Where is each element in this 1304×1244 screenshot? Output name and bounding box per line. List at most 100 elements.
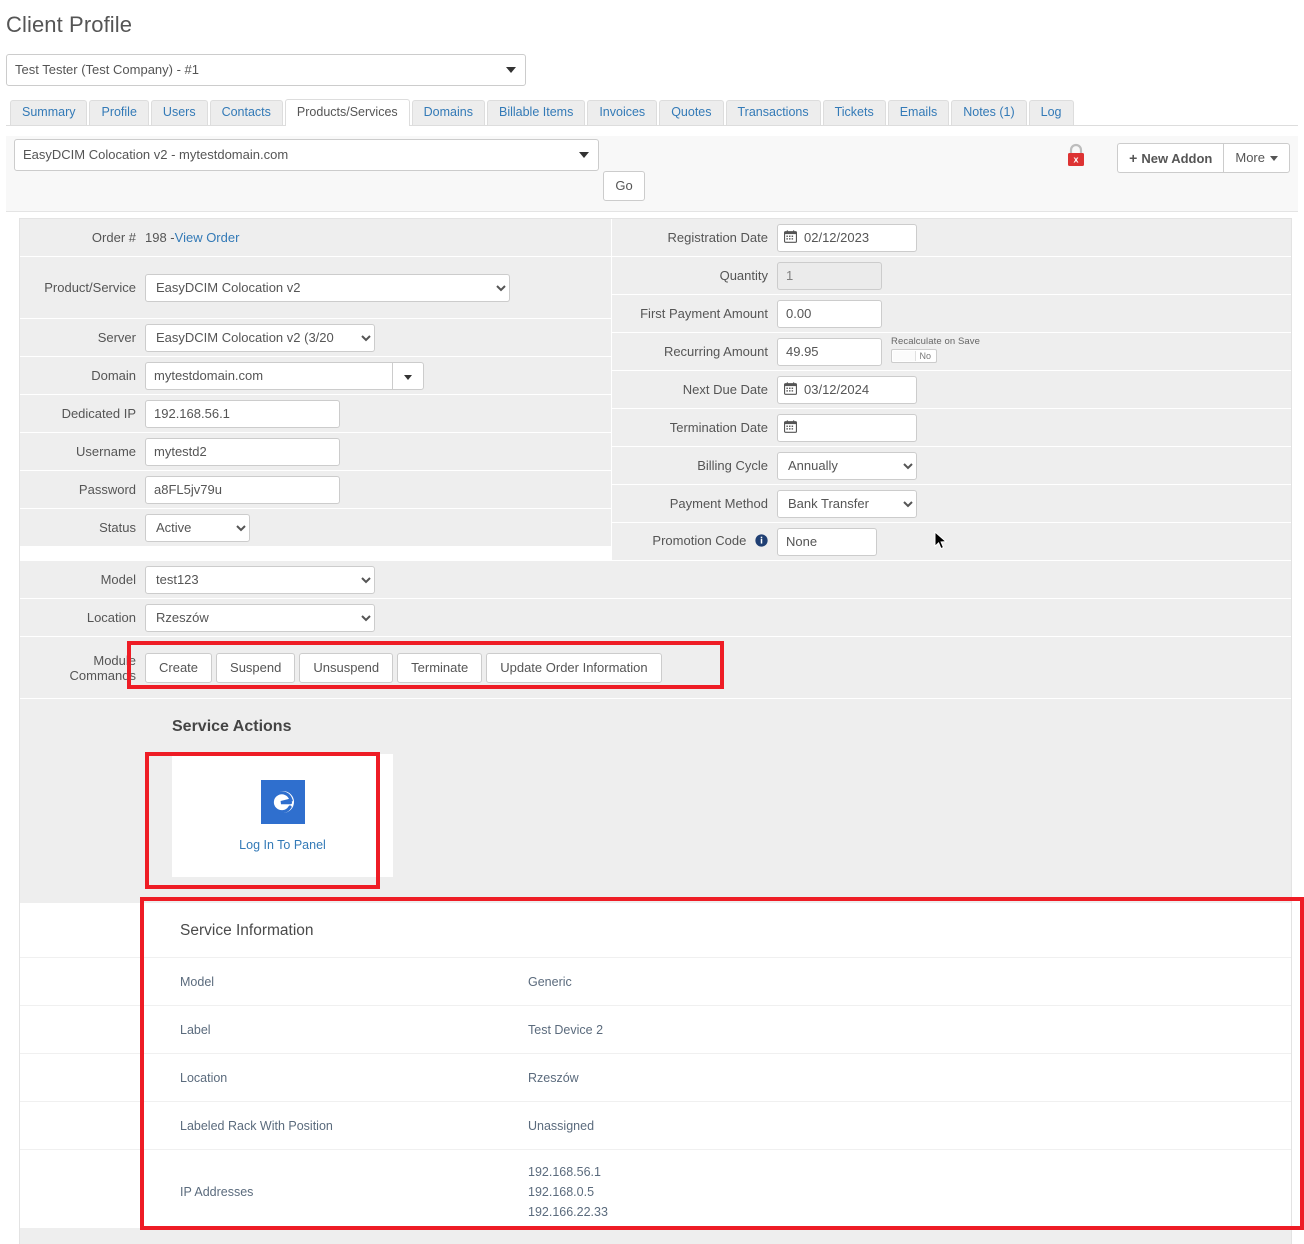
location-select[interactable]: Rzeszów — [145, 603, 375, 632]
payment-method-select[interactable]: Bank Transfer — [777, 489, 917, 518]
go-button[interactable]: Go — [603, 171, 645, 201]
si-key-labeled-rack: Labeled Rack With Position — [180, 1118, 333, 1133]
service-form-left: Order # 198 - View Order Product/Service… — [20, 219, 611, 561]
tab-profile[interactable]: Profile — [89, 100, 149, 125]
tab-tickets[interactable]: Tickets — [822, 100, 886, 125]
row-order: Order # 198 - View Order — [20, 219, 611, 257]
create-button[interactable]: Create — [145, 652, 213, 683]
username-input[interactable] — [145, 437, 340, 466]
ip-address-line: 192.168.56.1 — [528, 1164, 601, 1179]
password-label: Password — [78, 482, 136, 497]
termination-date-field[interactable] — [777, 413, 917, 442]
model-label: Model — [100, 572, 136, 587]
table-row: Labeled Rack With Position Unassigned — [20, 1102, 1291, 1150]
tab-summary[interactable]: Summary — [10, 100, 88, 125]
tab-quotes[interactable]: Quotes — [659, 100, 724, 125]
tab-users[interactable]: Users — [150, 100, 208, 125]
si-value-location: Rzeszów — [528, 1070, 579, 1085]
calendar-icon — [784, 229, 798, 246]
view-order-link[interactable]: View Order — [175, 230, 240, 245]
info-circle-icon[interactable] — [755, 534, 768, 550]
tab-contacts[interactable]: Contacts — [209, 100, 283, 125]
row-username: Username — [20, 433, 611, 471]
table-row: Location Rzeszów — [20, 1054, 1291, 1102]
status-select[interactable]: Active — [145, 513, 250, 542]
si-value-ip-addresses: 192.168.56.1 192.168.0.5 192.166.22.33 — [528, 1162, 608, 1222]
tab-invoices[interactable]: Invoices — [587, 100, 658, 125]
promotion-code-input[interactable]: None — [777, 527, 877, 556]
svg-text:x: x — [1073, 155, 1078, 165]
server-label: Server — [97, 330, 136, 345]
domain-label: Domain — [91, 368, 136, 383]
service-actions-section: Service Actions Log In To Panel — [20, 699, 1291, 903]
username-label: Username — [76, 444, 136, 459]
registration-date-field[interactable]: 02/12/2023 — [777, 223, 917, 252]
tab-emails[interactable]: Emails — [887, 100, 950, 125]
promotion-code-label-text: Promotion Code — [652, 533, 747, 548]
domain-input[interactable] — [145, 361, 392, 390]
module-commands-label: Module Commands — [20, 653, 145, 683]
service-details-panel: Order # 198 - View Order Product/Service… — [19, 218, 1292, 1228]
quantity-label: Quantity — [719, 268, 768, 283]
billing-cycle-select[interactable]: Annually — [777, 451, 917, 480]
tab-transactions[interactable]: Transactions — [725, 100, 821, 125]
billing-cycle-label: Billing Cycle — [697, 458, 768, 473]
row-status: Status Active — [20, 509, 611, 547]
caret-down-icon — [1270, 156, 1278, 162]
si-key-label: Label — [180, 1022, 211, 1037]
row-first-payment-amount: First Payment Amount — [612, 295, 1291, 333]
row-model: Model test123 — [20, 561, 1291, 599]
recalculate-on-save-toggle[interactable]: No — [891, 349, 937, 363]
product-service-select[interactable]: EasyDCIM Colocation v2 — [145, 273, 510, 302]
dedicated-ip-label: Dedicated IP — [61, 406, 136, 421]
dedicated-ip-input[interactable] — [145, 399, 340, 428]
log-in-to-panel-card[interactable]: Log In To Panel — [172, 754, 393, 877]
next-due-date-field[interactable]: 03/12/2024 — [777, 375, 917, 404]
client-selector[interactable]: Test Tester (Test Company) - #1 — [6, 54, 526, 86]
first-payment-amount-input[interactable] — [777, 299, 882, 328]
more-button[interactable]: More — [1223, 143, 1290, 173]
terminate-button[interactable]: Terminate — [397, 652, 483, 683]
password-input[interactable] — [145, 475, 340, 504]
row-termination-date: Termination Date — [612, 409, 1291, 447]
registration-date-value: 02/12/2023 — [804, 230, 870, 245]
ip-address-line: 192.166.22.33 — [528, 1204, 608, 1219]
row-domain: Domain — [20, 357, 611, 395]
next-due-date-label: Next Due Date — [682, 382, 768, 397]
row-dedicated-ip: Dedicated IP — [20, 395, 611, 433]
product-service-label: Product/Service — [44, 280, 136, 295]
service-information-section: Service Information Model Generic Label … — [20, 903, 1291, 1228]
si-value-model: Generic — [528, 974, 572, 989]
domain-dropdown-toggle[interactable] — [392, 361, 424, 390]
update-order-information-button[interactable]: Update Order Information — [486, 652, 662, 683]
client-selector-value[interactable]: Test Tester (Test Company) - #1 — [6, 54, 526, 86]
service-information-title: Service Information — [20, 903, 1291, 958]
table-row: Model Generic — [20, 958, 1291, 1006]
row-registration-date: Registration Date 02/12/2023 — [612, 219, 1291, 257]
row-recurring-amount: Recurring Amount Recalculate on Save No — [612, 333, 1291, 371]
model-select[interactable]: test123 — [145, 565, 375, 594]
new-addon-label: New Addon — [1141, 151, 1213, 166]
quantity-input — [777, 261, 882, 290]
row-next-due-date: Next Due Date 03/12/2024 — [612, 371, 1291, 409]
si-key-ip-addresses: IP Addresses — [180, 1184, 254, 1199]
tab-notes[interactable]: Notes (1) — [951, 100, 1027, 125]
module-commands-label-line1: Module — [93, 652, 136, 668]
tab-domains[interactable]: Domains — [411, 100, 485, 125]
new-addon-button[interactable]: + New Addon — [1117, 143, 1224, 173]
recurring-amount-label: Recurring Amount — [663, 344, 768, 359]
server-select[interactable]: EasyDCIM Colocation v2 (3/20 — [145, 323, 375, 352]
recurring-amount-input[interactable] — [777, 337, 882, 366]
status-label: Status — [99, 520, 136, 535]
location-label: Location — [86, 610, 136, 625]
service-selector[interactable]: EasyDCIM Colocation v2 - mytestdomain.co… — [14, 139, 599, 171]
tab-products-services[interactable]: Products/Services — [284, 99, 410, 126]
service-selector-value[interactable]: EasyDCIM Colocation v2 - mytestdomain.co… — [14, 139, 599, 171]
recalculate-on-save: Recalculate on Save No — [891, 336, 980, 363]
locked-red-icon[interactable]: x — [1065, 142, 1087, 168]
tab-billable-items[interactable]: Billable Items — [486, 100, 586, 125]
tab-log[interactable]: Log — [1028, 100, 1074, 125]
termination-date-label: Termination Date — [669, 420, 768, 435]
suspend-button[interactable]: Suspend — [216, 652, 296, 683]
unsuspend-button[interactable]: Unsuspend — [299, 652, 394, 683]
